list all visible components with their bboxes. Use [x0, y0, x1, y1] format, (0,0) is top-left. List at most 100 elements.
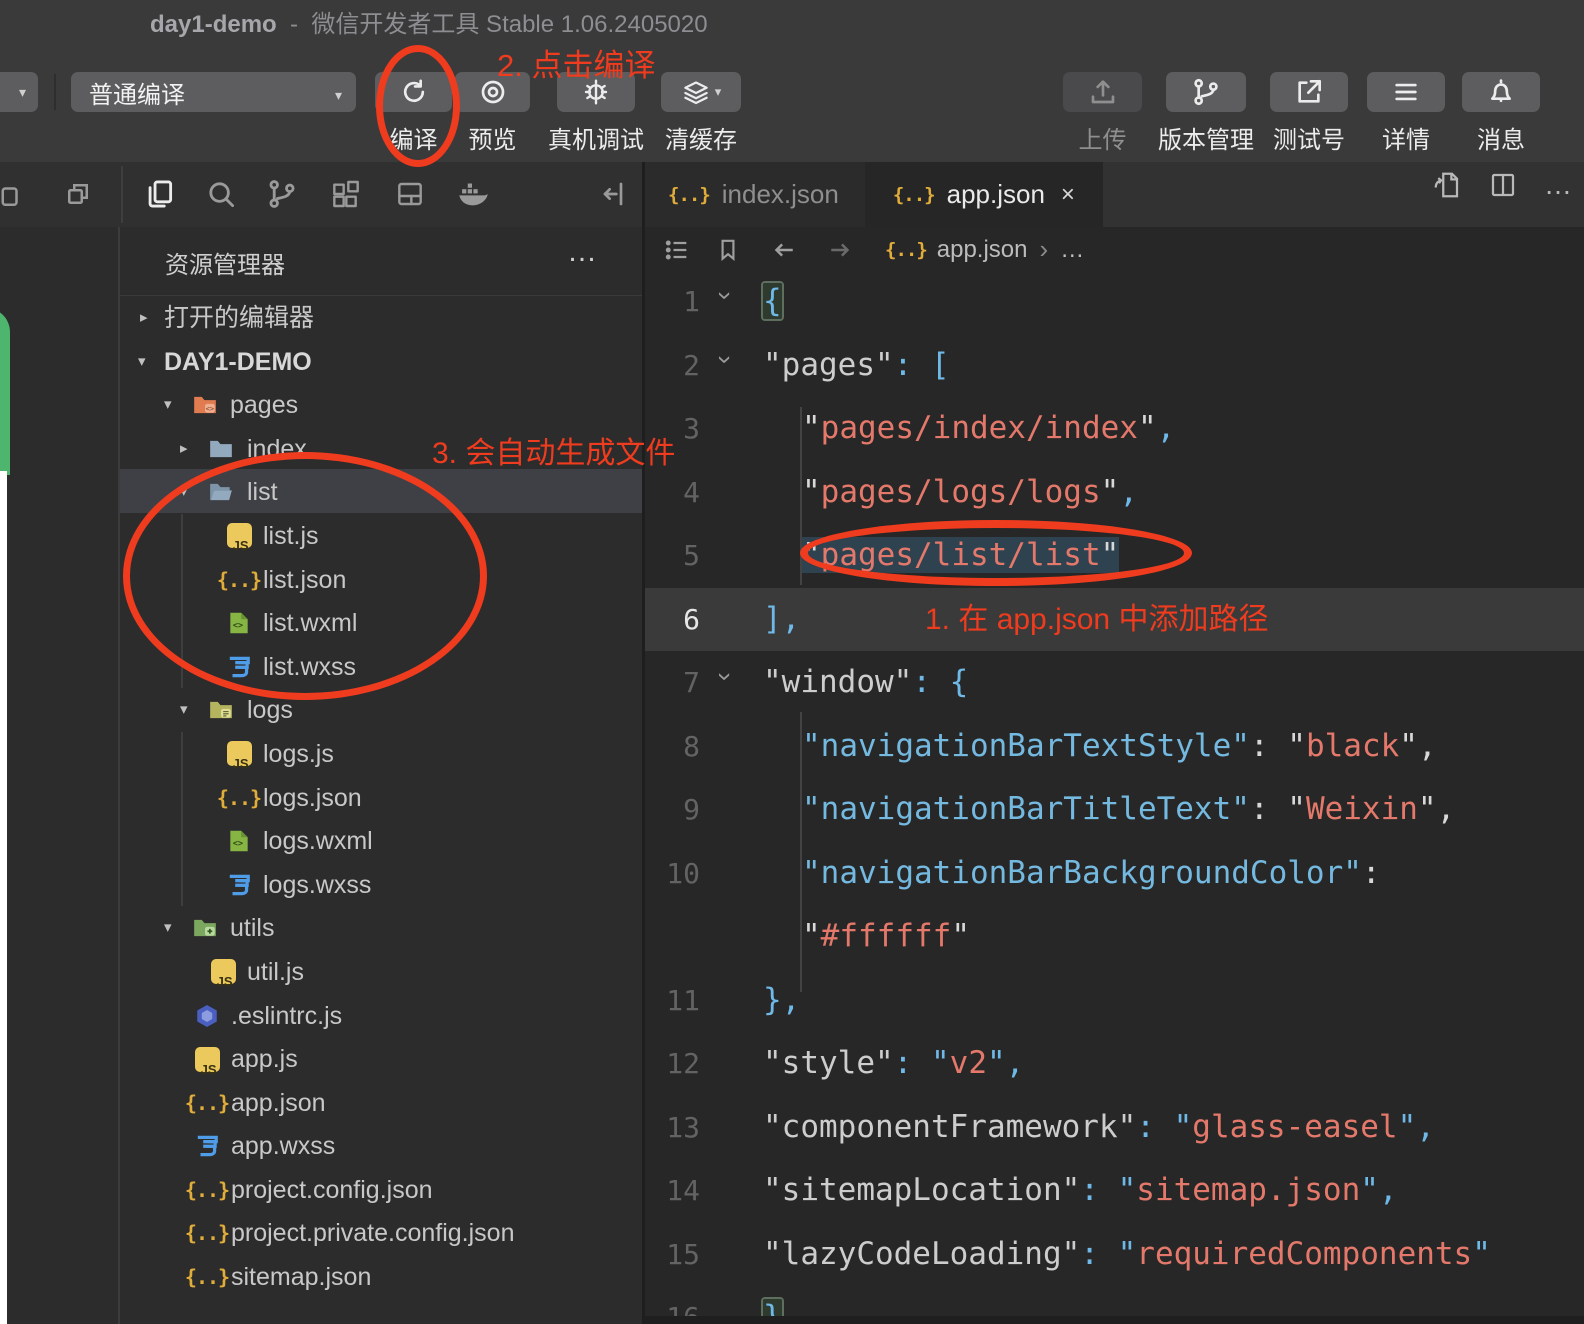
line-number: 11 [645, 969, 700, 1033]
tree-file-sitemap.json[interactable]: {..}sitemap.json [120, 1254, 642, 1298]
tree-indent-guide [181, 514, 183, 688]
breadcrumb-chevron: › [1040, 234, 1049, 265]
code-line-1[interactable]: 1›{ [645, 270, 1584, 334]
folder-plain-icon [208, 436, 234, 462]
code-line-4[interactable]: 4"pages/logs/logs", [645, 461, 1584, 525]
breadcrumb-more[interactable]: … [1060, 236, 1086, 264]
tree-file-project.config.json[interactable]: {..}project.config.json [120, 1167, 642, 1211]
tree-file-list.json[interactable]: {..}list.json [120, 557, 642, 601]
tree-file-util.js[interactable]: JSutil.js [120, 949, 642, 993]
tab-app.json[interactable]: {..}app.json× [867, 162, 1103, 227]
token: : [1080, 1236, 1117, 1272]
code-line-5[interactable]: 5"pages/list/list" [645, 524, 1584, 588]
tree-indent-guide [181, 732, 183, 906]
code-line-13[interactable]: 13"componentFramework": "glass-easel", [645, 1096, 1584, 1160]
code-line-14[interactable]: 14"sitemapLocation": "sitemap.json", [645, 1159, 1584, 1223]
token: "pages" [763, 347, 894, 383]
tree-file-logs.wxss[interactable]: logs.wxss [120, 862, 642, 906]
svg-text:<>: <> [233, 621, 243, 631]
upload-button[interactable] [1063, 72, 1142, 112]
tree-label: utils [230, 906, 274, 950]
split-editor-icon[interactable] [1488, 170, 1518, 200]
tab-close-icon[interactable]: × [1061, 181, 1075, 209]
window-icon[interactable] [0, 176, 24, 216]
search-icon[interactable] [201, 174, 241, 214]
token: " [1287, 791, 1306, 827]
simulator-screen-edge [0, 471, 7, 1324]
code-line-7[interactable]: 7›"window": { [645, 651, 1584, 715]
open-preview-icon[interactable] [1432, 170, 1462, 200]
token: " [802, 474, 821, 510]
docker-icon[interactable] [452, 174, 492, 214]
tree-file-app.js[interactable]: JSapp.js [120, 1036, 642, 1080]
explorer-more-icon[interactable]: … [567, 235, 600, 269]
code-line-2[interactable]: 2›"pages": [ [645, 334, 1584, 398]
tree-file-logs.js[interactable]: JSlogs.js [120, 731, 642, 775]
details-button[interactable] [1367, 72, 1445, 112]
tree-utils[interactable]: ▾utils [120, 905, 642, 949]
tab-index.json[interactable]: {..}index.json [642, 162, 867, 227]
compile-button[interactable] [375, 72, 452, 112]
cursor-bracket: { [763, 283, 782, 319]
version-manage-button[interactable] [1166, 72, 1246, 112]
code-text: { [763, 270, 782, 334]
tree-file-app.json[interactable]: {..}app.json [120, 1080, 642, 1124]
nav-back-icon[interactable] [769, 235, 799, 265]
code-line-wrap[interactable]: "#ffffff" [645, 905, 1584, 969]
tree-label: pages [230, 383, 298, 427]
clear-cache-button[interactable]: ▾ [661, 72, 741, 112]
code-text: "pages/list/list" [802, 524, 1119, 588]
code-line-10[interactable]: 10"navigationBarBackgroundColor": [645, 842, 1584, 906]
code-line-15[interactable]: 15"lazyCodeLoading": "requiredComponents… [645, 1223, 1584, 1287]
tree-[interactable]: ▸打开的编辑器 [120, 295, 642, 339]
extensions-icon[interactable] [325, 174, 365, 214]
test-account-button[interactable] [1270, 72, 1348, 112]
tree-logs[interactable]: ▾logs [120, 687, 642, 731]
token: , [1006, 1045, 1025, 1081]
horizontal-scrollbar[interactable] [645, 1316, 1584, 1324]
tree-file-list.js[interactable]: JSlist.js [120, 513, 642, 557]
tree-pages[interactable]: ▾<>pages [120, 382, 642, 426]
chevron-down-icon: ▾ [180, 688, 188, 732]
clear-cache-dropdown-caret-icon[interactable]: ▾ [715, 84, 722, 100]
messages-button[interactable] [1462, 72, 1540, 112]
bookmark-icon[interactable] [715, 237, 741, 263]
compile-mode-stub-button[interactable]: ▾ [0, 72, 38, 112]
storage-icon[interactable] [390, 174, 430, 214]
window-restore-icon[interactable] [58, 174, 98, 214]
code-line-8[interactable]: 8"navigationBarTextStyle": "black", [645, 715, 1584, 779]
token: " [1398, 1109, 1417, 1145]
collapse-sidebar-icon[interactable] [595, 174, 635, 214]
code-line-9[interactable]: 9"navigationBarTitleText": "Weixin", [645, 778, 1584, 842]
code-line-6[interactable]: 6],1. 在 app.json 中添加路径 [645, 588, 1584, 652]
nav-forward-icon[interactable] [825, 235, 855, 265]
selection-highlight: "pages/list/list" [802, 537, 1119, 573]
fold-chevron-icon[interactable]: › [694, 672, 758, 681]
outline-icon[interactable] [663, 236, 691, 264]
source-control-icon[interactable] [262, 174, 302, 214]
tree-label: logs.json [263, 776, 362, 820]
wxss-file-icon [194, 1133, 220, 1159]
files-icon[interactable] [140, 174, 180, 214]
tree-file-list.wxml[interactable]: <>list.wxml [120, 600, 642, 644]
tree-file-logs.json[interactable]: {..}logs.json [120, 775, 642, 819]
compile-mode-select[interactable]: 普通编译 ▾ [71, 72, 356, 112]
js-file-icon: JS [226, 741, 252, 767]
tree-label: sitemap.json [231, 1255, 371, 1299]
tree-file-list.wxss[interactable]: list.wxss [120, 644, 642, 688]
breadcrumb-file[interactable]: app.json [937, 236, 1028, 264]
tree-file-project.private.config.json[interactable]: {..}project.private.config.json [120, 1210, 642, 1254]
code-line-11[interactable]: 11}, [645, 969, 1584, 1033]
chevron-down-icon: ▾ [180, 470, 188, 514]
tree-file-.eslintrc.js[interactable]: .eslintrc.js [120, 993, 642, 1037]
tree-day1-demo[interactable]: ▾DAY1-DEMO [120, 339, 642, 383]
fold-chevron-icon[interactable]: › [694, 355, 758, 364]
tree-list[interactable]: ▾list [120, 469, 642, 513]
code-line-3[interactable]: 3"pages/index/index", [645, 397, 1584, 461]
code-line-12[interactable]: 12"style": "v2", [645, 1032, 1584, 1096]
more-actions-icon[interactable]: … [1544, 170, 1574, 200]
code-text: "navigationBarBackgroundColor": [802, 842, 1381, 906]
tree-file-app.wxss[interactable]: app.wxss [120, 1123, 642, 1167]
fold-chevron-icon[interactable]: › [694, 291, 758, 300]
tree-file-logs.wxml[interactable]: <>logs.wxml [120, 818, 642, 862]
